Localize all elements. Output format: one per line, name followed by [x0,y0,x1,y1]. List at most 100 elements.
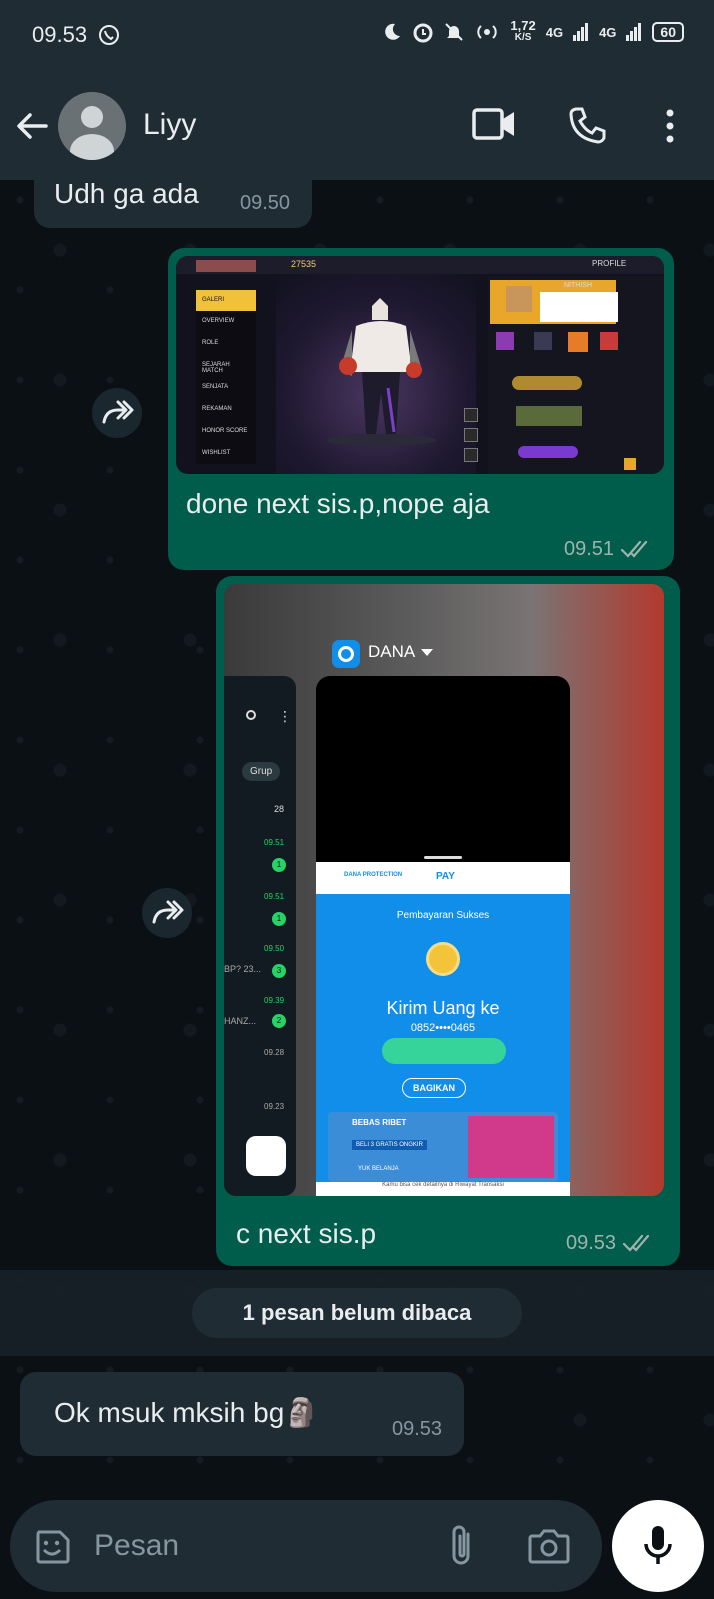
forward-icon [152,900,184,924]
mic-icon [644,1526,672,1564]
game-menu-item[interactable]: SENJATA [196,377,256,399]
unread-badge: 2 [272,1014,286,1028]
unread-divider: 1 pesan belum dibaca [0,1270,714,1356]
promo-subtitle: BELI 3 GRATIS ONGKIR [352,1140,427,1150]
status-bar: 09.53 1,72 K/S 4G 4G 60 [0,0,714,72]
battery-indicator: 60 [652,22,684,42]
game-profile-panel: NITHISH [488,276,664,474]
forward-icon [102,400,134,424]
transfer-title: Kirim Uang ke [386,998,500,1018]
chat-area[interactable]: Udh ga ada 09.50 27535 PROFILE GALERI OV… [0,180,714,1490]
unread-badge: 1 [272,912,286,926]
list-time: 09.50 [264,944,285,953]
phone-number: 0852••••0465 [410,1022,476,1034]
unread-badge: 3 [272,964,286,978]
history-hint: Kamu bisa cek detailnya di Riwayat Trans… [316,1182,570,1188]
message-time: 09.51 [564,538,615,560]
dana-app-name: DANA [368,642,416,661]
new-chat-fab [246,1136,286,1176]
promo-title: BEBAS RIBET [352,1118,407,1127]
dana-screenshot-image[interactable]: DANA ⋮ Grup 28 09.51 1 09.51 1 09.50 BP?… [224,584,664,1196]
attach-icon[interactable] [448,1524,476,1568]
signal-icon [573,23,589,41]
game-menu-item[interactable]: REKAMAN [196,399,256,421]
list-snippet: HANZ... [224,1016,257,1026]
alarm-icon [413,23,433,43]
whatsapp-status-icon [99,25,119,45]
chevron-down-icon [421,649,433,656]
share-button: BAGIKAN [402,1078,466,1098]
double-check-icon [620,540,648,558]
more-vert-icon: ⋮ [278,708,292,724]
double-check-icon [622,1234,650,1252]
game-menu-item[interactable]: HONOR SCORE [196,421,256,443]
message-caption: done next sis.p,nope aja [186,488,490,519]
payment-status: Pembayaran Sukses [396,910,490,921]
message-input[interactable] [94,1524,434,1568]
outgoing-image-message[interactable]: 27535 PROFILE GALERI OVERVIEW ROLE SEJAR… [168,248,674,570]
search-icon [246,710,256,720]
hotspot-icon [477,25,498,39]
network-speed: 1,72 K/S [510,18,536,44]
network-type-2: 4G [599,24,617,40]
message-input-bar [10,1500,602,1592]
more-vert-icon[interactable] [664,108,676,144]
incoming-message[interactable]: Ok msuk mksih bg🗿 09.53 [20,1372,464,1456]
game-menu-item[interactable]: OVERVIEW [196,311,256,333]
forward-button[interactable] [92,388,142,438]
redaction-mark [382,1038,506,1064]
list-time: 09.39 [264,996,285,1005]
message-caption: c next sis.p [236,1218,377,1249]
list-time: 09.28 [264,1048,285,1057]
game-profile-label: PROFILE [592,259,627,268]
contact-name[interactable]: Liyy [143,108,196,142]
incoming-message[interactable]: Udh ga ada 09.50 [34,180,312,228]
game-character-image [326,298,436,446]
chat-header: Liyy [0,72,714,180]
game-avatar [196,260,256,272]
game-screenshot-image[interactable]: 27535 PROFILE GALERI OVERVIEW ROLE SEJAR… [176,256,664,474]
outgoing-image-message[interactable]: DANA ⋮ Grup 28 09.51 1 09.51 1 09.50 BP?… [216,576,680,1266]
speed-value: 1,72 [510,18,536,33]
phone-icon[interactable] [568,106,606,144]
message-text: Udh ga ada [54,180,199,209]
dana-pay-label: PAY [436,871,455,882]
game-menu-item[interactable]: ROLE [196,333,256,355]
unread-pill: 1 pesan belum dibaca [192,1288,522,1338]
forward-button[interactable] [142,888,192,938]
back-arrow-icon[interactable] [14,108,50,144]
game-menu-item[interactable]: WISHLIST [196,443,256,464]
recent-tab-grup: Grup [242,762,281,781]
signal-icon [626,23,642,41]
network-type-1: 4G [545,24,564,40]
message-time: 09.50 [240,192,291,214]
moon-icon [385,23,401,40]
game-player-id: NITHISH [564,282,592,289]
camera-icon[interactable] [528,1528,570,1564]
message-text: Ok msuk mksih bg🗿 [54,1397,320,1428]
video-call-icon[interactable] [472,106,516,142]
list-time: 09.23 [264,1102,285,1111]
unread-text: 1 pesan belum dibaca [242,1300,472,1325]
list-time: 09.51 [264,892,285,901]
message-time: 09.53 [392,1418,443,1440]
game-menu-item[interactable]: GALERI [196,290,256,311]
success-check-icon [426,942,460,976]
recent-app-card: ⋮ Grup 28 09.51 1 09.51 1 09.50 BP? 23..… [224,676,296,1196]
unread-badge: 1 [272,858,286,872]
game-menu: GALERI OVERVIEW ROLE SEJARAH MATCH SENJA… [196,290,256,464]
game-menu-item[interactable]: SEJARAH MATCH [196,355,256,377]
list-snippet: BP? 23... [224,964,262,974]
status-time: 09.53 [32,22,88,47]
speed-unit: K/S [514,32,532,43]
list-time: 09.51 [264,838,285,847]
dana-app-card: DANA PROTECTION PAY Pembayaran Sukses Ki… [316,676,570,1196]
promo-banner: BEBAS RIBET BELI 3 GRATIS ONGKIR YUK BEL… [328,1112,558,1182]
game-coins: 27535 [291,259,317,269]
message-time: 09.53 [566,1232,617,1254]
mute-icon [445,23,464,41]
avatar[interactable] [58,92,126,160]
mic-button[interactable] [612,1500,704,1592]
sticker-icon[interactable] [32,1526,72,1566]
list-time: 28 [274,804,285,814]
